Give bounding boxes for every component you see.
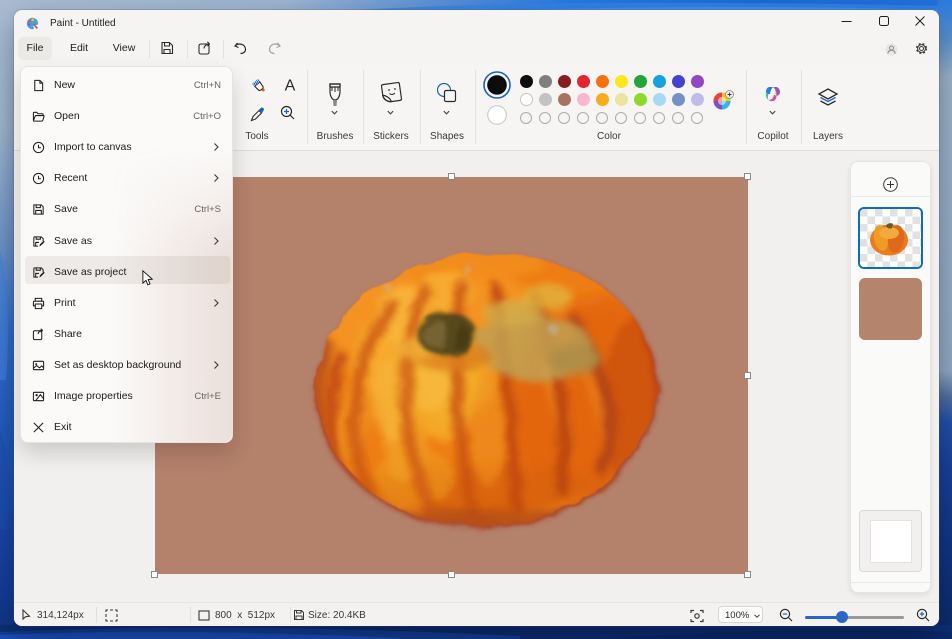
svg-text:A: A xyxy=(285,78,296,95)
